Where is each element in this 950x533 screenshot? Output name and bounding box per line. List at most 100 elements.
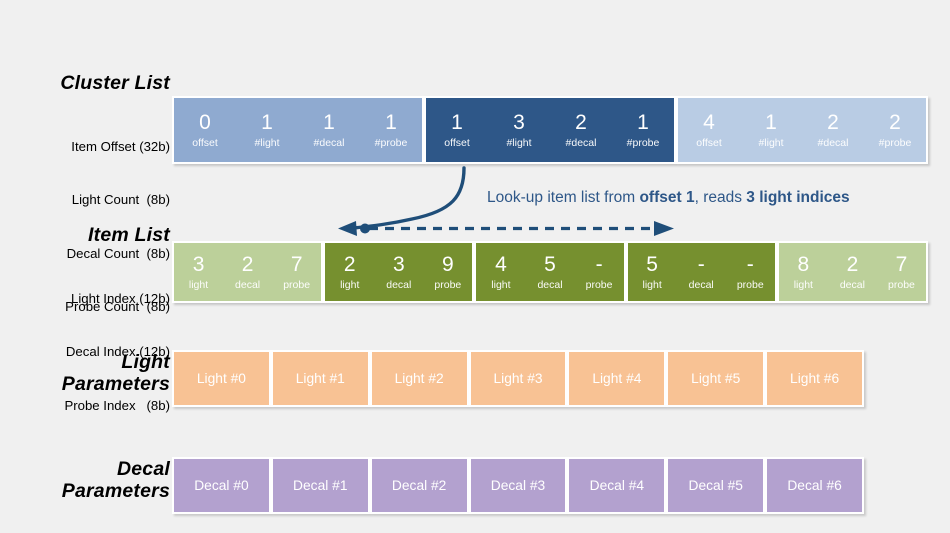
cluster-field-value: 1 bbox=[637, 110, 649, 134]
item-field-value: 4 bbox=[495, 252, 507, 276]
item-field-value: 5 bbox=[544, 252, 556, 276]
cluster-field-label: offset bbox=[444, 136, 470, 149]
item-field-probe: - probe bbox=[726, 243, 775, 301]
light-parameter-cell[interactable]: Light #0 bbox=[172, 350, 271, 407]
light-parameters-strip: Light #0 Light #1 Light #2 Light #3 Light #4… bbox=[172, 350, 865, 407]
cluster-field-label: #light bbox=[506, 136, 532, 149]
cluster-field-light: 1 #light bbox=[740, 98, 802, 162]
item-field-light: 3 light bbox=[174, 243, 223, 301]
cluster-list-title: Cluster List bbox=[60, 72, 170, 94]
light-parameter-cell[interactable]: Light #4 bbox=[567, 350, 667, 407]
item-group[interactable]: 5 light - decal - probe bbox=[625, 241, 777, 303]
item-field-probe: - probe bbox=[575, 243, 624, 301]
cluster-field-light: 1 #light bbox=[236, 98, 298, 162]
item-list-title: Item List bbox=[88, 224, 170, 246]
item-field-label: probe bbox=[888, 278, 915, 291]
item-field-label: probe bbox=[736, 278, 764, 291]
cluster-field-label: #probe bbox=[878, 136, 912, 149]
item-field-label: light bbox=[188, 278, 209, 291]
lookup-annotation: Look-up item list from offset 1, reads 3… bbox=[487, 189, 850, 207]
cluster-field-label: #decal bbox=[565, 136, 597, 149]
item-field-label: light bbox=[340, 278, 360, 291]
item-field-value: - bbox=[697, 252, 705, 276]
decal-parameters-title-line2: Parameters bbox=[61, 479, 170, 502]
cluster-field-decal: 2 #decal bbox=[550, 98, 612, 162]
light-parameters-title: Light Parameters bbox=[10, 351, 170, 396]
cluster-group[interactable]: 0 offset 1 #light 1 #decal 1 #probe bbox=[172, 96, 424, 164]
light-parameter-cell[interactable]: Light #1 bbox=[270, 350, 370, 407]
item-field-value: 3 bbox=[392, 252, 405, 276]
cluster-field-value: 3 bbox=[513, 110, 525, 134]
cluster-field-value: 1 bbox=[261, 110, 273, 134]
item-field-label: probe bbox=[434, 278, 462, 291]
item-field-label: decal bbox=[537, 278, 563, 291]
cluster-field-decal: 2 #decal bbox=[802, 98, 864, 162]
item-field-label: decal bbox=[235, 278, 261, 291]
cluster-field-value: 2 bbox=[575, 110, 587, 134]
cluster-field-value: 1 bbox=[323, 110, 335, 134]
item-field-probe: 9 probe bbox=[423, 243, 472, 301]
cluster-field-value: 2 bbox=[827, 110, 839, 134]
item-field-decal: 2 decal bbox=[828, 243, 877, 301]
item-field-label: light bbox=[491, 278, 511, 291]
cluster-field-value: 1 bbox=[385, 110, 397, 134]
item-group[interactable]: 4 light 5 decal - probe bbox=[474, 241, 626, 303]
decal-parameter-cell[interactable]: Decal #6 bbox=[765, 457, 865, 514]
item-group[interactable]: 2 light 3 decal 9 probe bbox=[323, 241, 475, 303]
cluster-group[interactable]: 4 offset 1 #light 2 #decal 2 #probe bbox=[676, 96, 928, 164]
annotation-offset-bold: offset 1 bbox=[639, 189, 695, 206]
annotation-indices-bold: 3 light indices bbox=[746, 189, 850, 206]
cluster-field-probe: 1 #probe bbox=[360, 98, 422, 162]
light-parameter-cell[interactable]: Light #6 bbox=[765, 350, 865, 407]
item-field-value: - bbox=[595, 252, 603, 276]
annotation-part-1: Look-up item list from bbox=[487, 189, 640, 206]
item-field-label: light bbox=[793, 278, 813, 291]
item-field-light: 8 light bbox=[779, 243, 828, 301]
item-group[interactable]: 3 light 2 decal 7 probe bbox=[172, 241, 324, 303]
cluster-group[interactable]: 1 offset 3 #light 2 #decal 1 #probe bbox=[424, 96, 676, 164]
light-parameter-cell[interactable]: Light #3 bbox=[468, 350, 568, 407]
item-group[interactable]: 8 light 2 decal 7 probe bbox=[776, 241, 929, 303]
item-field-value: 7 bbox=[895, 252, 908, 276]
cluster-field-label: #light bbox=[758, 136, 784, 149]
decal-parameter-cell[interactable]: Decal #1 bbox=[270, 457, 370, 514]
cluster-field-offset: 0 offset bbox=[174, 98, 236, 162]
item-field-label: decal bbox=[386, 278, 412, 291]
cluster-list-strip: 0 offset 1 #light 1 #decal 1 #probe 1 offset 3 #lig… bbox=[172, 96, 928, 164]
item-range-dashed-arrow bbox=[360, 221, 674, 236]
cluster-field-label: #probe bbox=[626, 136, 660, 149]
light-parameter-cell[interactable]: Light #2 bbox=[369, 350, 469, 407]
item-field-decal: 2 decal bbox=[223, 243, 272, 301]
cluster-field-value: 2 bbox=[889, 110, 901, 134]
item-legend-light-index: Light Index (12b) bbox=[71, 291, 170, 307]
cluster-field-probe: 1 #probe bbox=[612, 98, 674, 162]
decal-parameter-cell[interactable]: Decal #3 bbox=[468, 457, 568, 514]
cluster-field-offset: 4 offset bbox=[678, 98, 740, 162]
decal-parameter-cell[interactable]: Decal #0 bbox=[172, 457, 271, 514]
decal-parameter-cell[interactable]: Decal #2 bbox=[369, 457, 469, 514]
item-field-value: 8 bbox=[797, 252, 810, 276]
item-field-light: 5 light bbox=[628, 243, 677, 301]
item-field-label: decal bbox=[839, 278, 865, 291]
item-field-decal: 5 decal bbox=[525, 243, 574, 301]
item-field-label: light bbox=[642, 278, 662, 291]
item-field-value: 9 bbox=[442, 252, 454, 276]
lookup-curved-arrow bbox=[338, 166, 466, 236]
cluster-field-decal: 1 #decal bbox=[298, 98, 360, 162]
light-parameter-cell[interactable]: Light #5 bbox=[666, 350, 766, 407]
decal-parameter-cell[interactable]: Decal #5 bbox=[666, 457, 766, 514]
item-field-value: 2 bbox=[343, 252, 356, 276]
item-field-label: probe bbox=[585, 278, 613, 291]
cluster-field-value: 4 bbox=[703, 110, 715, 134]
cluster-field-light: 3 #light bbox=[488, 98, 550, 162]
decal-parameter-cell[interactable]: Decal #4 bbox=[567, 457, 667, 514]
cluster-field-label: offset bbox=[192, 136, 218, 149]
cluster-field-value: 1 bbox=[451, 110, 463, 134]
item-legend-probe-index: Probe Index (8b) bbox=[64, 397, 170, 413]
cluster-field-value: 0 bbox=[199, 110, 211, 134]
item-field-label: decal bbox=[688, 278, 714, 291]
cluster-field-label: offset bbox=[696, 136, 722, 149]
cluster-field-label: #decal bbox=[313, 136, 345, 149]
item-list-strip: 3 light 2 decal 7 probe 2 light 3 decal 9 probe 4 lig… bbox=[172, 241, 929, 303]
cluster-field-label: #decal bbox=[817, 136, 849, 149]
